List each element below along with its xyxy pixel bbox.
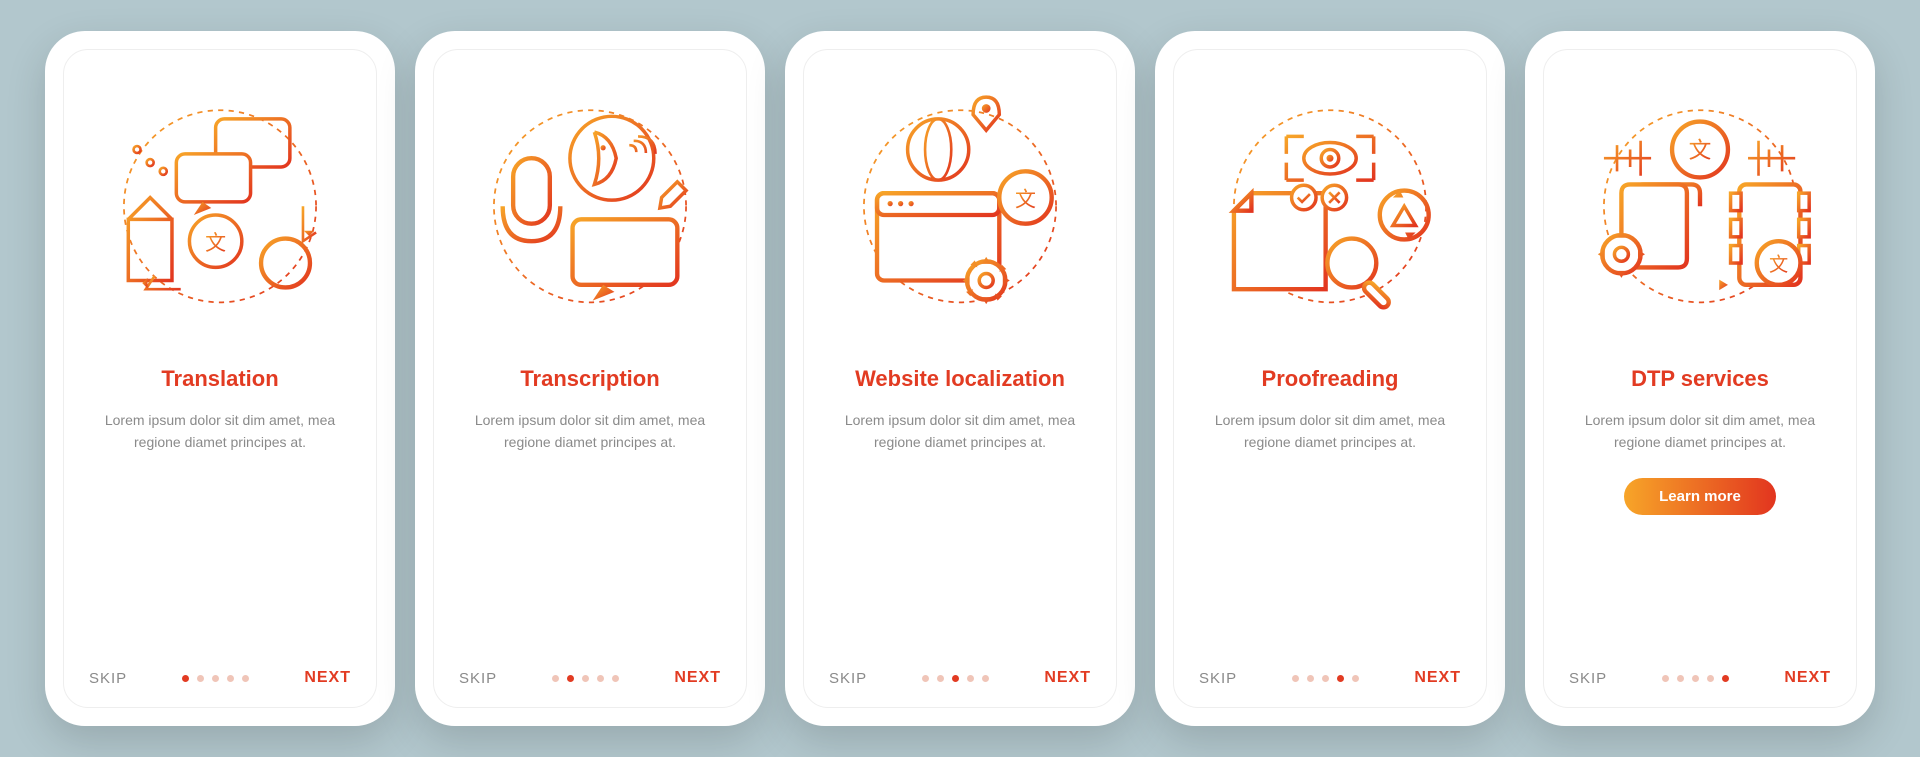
- onboarding-screen: 文 文 DTP services Lorem ipsum dolor sit di…: [1543, 49, 1857, 708]
- indicator-dot: [597, 675, 604, 682]
- indicator-dot: [227, 675, 234, 682]
- screen-description: Lorem ipsum dolor sit dim amet, mea regi…: [1199, 409, 1461, 454]
- nav-footer: SKIP NEXT: [89, 654, 351, 687]
- screen-title: Website localization: [829, 365, 1091, 394]
- nav-footer: SKIP NEXT: [459, 654, 721, 687]
- phone-mockup: Transcription Lorem ipsum dolor sit dim a…: [415, 31, 765, 726]
- next-button[interactable]: NEXT: [674, 669, 721, 687]
- skip-button[interactable]: SKIP: [1569, 670, 1607, 687]
- indicator-dot: [937, 675, 944, 682]
- indicator-dot: [1662, 675, 1669, 682]
- indicator-dot: [182, 675, 189, 682]
- learn-more-button[interactable]: Learn more: [1624, 478, 1776, 515]
- page-indicator: [1662, 675, 1729, 682]
- indicator-dot: [1292, 675, 1299, 682]
- indicator-dot: [567, 675, 574, 682]
- indicator-dot: [1707, 675, 1714, 682]
- indicator-dot: [242, 675, 249, 682]
- onboarding-screen: 文 Translation Lorem ipsum dolor sit dim a…: [63, 49, 377, 708]
- screen-description: Lorem ipsum dolor sit dim amet, mea regi…: [459, 409, 721, 454]
- illustration: 文: [89, 75, 351, 355]
- onboarding-screen: Proofreading Lorem ipsum dolor sit dim am…: [1173, 49, 1487, 708]
- nav-footer: SKIP NEXT: [1569, 654, 1831, 687]
- indicator-dot: [612, 675, 619, 682]
- phone-mockup: 文 Translation Lorem ipsum dolor sit dim a…: [45, 31, 395, 726]
- indicator-dot: [212, 675, 219, 682]
- screen-description: Lorem ipsum dolor sit dim amet, mea regi…: [829, 409, 1091, 454]
- indicator-dot: [1677, 675, 1684, 682]
- indicator-dot: [1337, 675, 1344, 682]
- svg-text:文: 文: [1769, 254, 1788, 276]
- indicator-dot: [967, 675, 974, 682]
- next-button[interactable]: NEXT: [304, 669, 351, 687]
- page-indicator: [552, 675, 619, 682]
- indicator-dot: [982, 675, 989, 682]
- indicator-dot: [1322, 675, 1329, 682]
- illustration: [1199, 75, 1461, 355]
- illustration: [459, 75, 721, 355]
- phone-mockup: 文 文 DTP services Lorem ipsum dolor sit di…: [1525, 31, 1875, 726]
- indicator-dot: [922, 675, 929, 682]
- illustration: 文: [829, 75, 1091, 355]
- phone-mockup: 文 Website localization Lorem ipsum dolor …: [785, 31, 1135, 726]
- screen-title: Translation: [89, 365, 351, 394]
- skip-button[interactable]: SKIP: [89, 670, 127, 687]
- screen-title: Transcription: [459, 365, 721, 394]
- screen-description: Lorem ipsum dolor sit dim amet, mea regi…: [89, 409, 351, 454]
- onboarding-screen: Transcription Lorem ipsum dolor sit dim a…: [433, 49, 747, 708]
- indicator-dot: [952, 675, 959, 682]
- screen-description: Lorem ipsum dolor sit dim amet, mea regi…: [1569, 409, 1831, 454]
- next-button[interactable]: NEXT: [1044, 669, 1091, 687]
- skip-button[interactable]: SKIP: [829, 670, 867, 687]
- svg-text:文: 文: [1015, 188, 1036, 211]
- indicator-dot: [1722, 675, 1729, 682]
- next-button[interactable]: NEXT: [1784, 669, 1831, 687]
- illustration: 文 文: [1569, 75, 1831, 355]
- nav-footer: SKIP NEXT: [1199, 654, 1461, 687]
- indicator-dot: [582, 675, 589, 682]
- indicator-dot: [197, 675, 204, 682]
- page-indicator: [922, 675, 989, 682]
- indicator-dot: [1352, 675, 1359, 682]
- indicator-dot: [1307, 675, 1314, 682]
- page-indicator: [182, 675, 249, 682]
- indicator-dot: [552, 675, 559, 682]
- svg-text:文: 文: [205, 232, 226, 255]
- page-indicator: [1292, 675, 1359, 682]
- phone-mockup: Proofreading Lorem ipsum dolor sit dim am…: [1155, 31, 1505, 726]
- indicator-dot: [1692, 675, 1699, 682]
- screen-title: DTP services: [1569, 365, 1831, 394]
- next-button[interactable]: NEXT: [1414, 669, 1461, 687]
- nav-footer: SKIP NEXT: [829, 654, 1091, 687]
- skip-button[interactable]: SKIP: [1199, 670, 1237, 687]
- skip-button[interactable]: SKIP: [459, 670, 497, 687]
- screen-title: Proofreading: [1199, 365, 1461, 394]
- svg-text:文: 文: [1689, 137, 1712, 163]
- onboarding-screen: 文 Website localization Lorem ipsum dolor …: [803, 49, 1117, 708]
